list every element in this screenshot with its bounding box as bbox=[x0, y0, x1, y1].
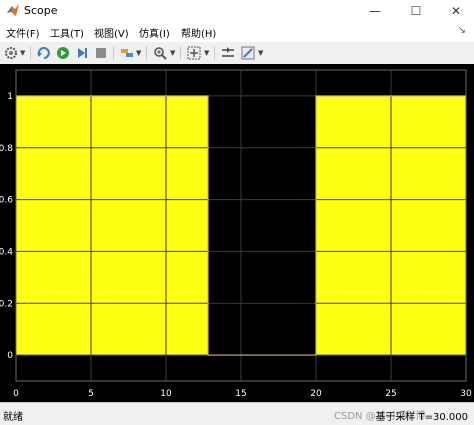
scope-plot[interactable]: 0 5 10 15 20 25 30 0 0.2 0.4 0.6 0.8 1 bbox=[0, 64, 474, 402]
menu-file[interactable]: 文件(F) bbox=[6, 25, 40, 40]
y-tick-label: 0.4 bbox=[0, 247, 13, 257]
title-bar: Scope — ☐ ✕ bbox=[0, 0, 474, 22]
y-tick-label: 1 bbox=[7, 92, 13, 102]
menu-help[interactable]: 帮助(H) bbox=[181, 25, 216, 40]
menu-bar: 文件(F) 工具(T) 视图(V) 仿真(I) 帮助(H) ↘ bbox=[0, 22, 474, 42]
toolbar-separator bbox=[30, 46, 31, 60]
y-tick-label: 0 bbox=[7, 351, 13, 361]
window-title: Scope bbox=[24, 4, 58, 17]
matlab-logo-icon bbox=[7, 4, 19, 16]
toolbar: ▼ ▼ ▼ ▼ ▼ bbox=[0, 42, 474, 65]
y-tick-label: 0.8 bbox=[0, 144, 13, 154]
x-tick-label: 5 bbox=[88, 389, 94, 399]
fit-dropdown-icon[interactable]: ▼ bbox=[204, 49, 209, 57]
x-tick-label: 10 bbox=[160, 389, 172, 399]
cursor-icon[interactable] bbox=[220, 45, 236, 61]
menu-tools[interactable]: 工具(T) bbox=[50, 25, 84, 40]
zoom-icon[interactable] bbox=[152, 45, 168, 61]
x-tick-label: 0 bbox=[13, 389, 19, 399]
run-icon[interactable] bbox=[55, 45, 71, 61]
highlight-icon[interactable] bbox=[119, 45, 135, 61]
toolbar-separator bbox=[214, 46, 215, 60]
toolbar-separator bbox=[180, 46, 181, 60]
sample-time-readout: 基于采样 T=30.000 bbox=[375, 412, 468, 423]
settings-dropdown-icon[interactable]: ▼ bbox=[20, 49, 25, 57]
style-icon[interactable] bbox=[240, 45, 256, 61]
menu-simulation[interactable]: 仿真(I) bbox=[139, 25, 170, 40]
settings-icon[interactable] bbox=[3, 45, 19, 61]
plot-area: 0 5 10 15 20 25 30 0 0.2 0.4 0.6 0.8 1 bbox=[0, 64, 474, 402]
close-button[interactable]: ✕ bbox=[438, 0, 474, 22]
x-tick-label: 20 bbox=[310, 389, 322, 399]
menu-view[interactable]: 视图(V) bbox=[94, 25, 129, 40]
status-bar: 就绪 CSDN @ 小小 的 博 基于采样 T=30.000 bbox=[0, 402, 474, 425]
step-forward-icon[interactable] bbox=[74, 45, 90, 61]
open-icon[interactable] bbox=[36, 45, 52, 61]
style-dropdown-icon[interactable]: ▼ bbox=[258, 49, 263, 57]
highlight-dropdown-icon[interactable]: ▼ bbox=[136, 49, 141, 57]
stop-icon[interactable] bbox=[93, 45, 109, 61]
y-tick-label: 0.2 bbox=[0, 299, 13, 309]
dock-pin-icon[interactable]: ↘ bbox=[458, 25, 466, 36]
toolbar-separator bbox=[113, 46, 114, 60]
minimize-button[interactable]: — bbox=[357, 0, 393, 22]
status-ready: 就绪 bbox=[3, 412, 23, 423]
toolbar-separator bbox=[146, 46, 147, 60]
maximize-button[interactable]: ☐ bbox=[398, 0, 434, 22]
x-tick-label: 25 bbox=[385, 389, 396, 399]
zoom-dropdown-icon[interactable]: ▼ bbox=[170, 49, 175, 57]
fit-icon[interactable] bbox=[186, 45, 202, 61]
x-tick-label: 15 bbox=[235, 389, 246, 399]
y-tick-label: 0.6 bbox=[0, 196, 13, 206]
x-tick-label: 30 bbox=[460, 389, 472, 399]
